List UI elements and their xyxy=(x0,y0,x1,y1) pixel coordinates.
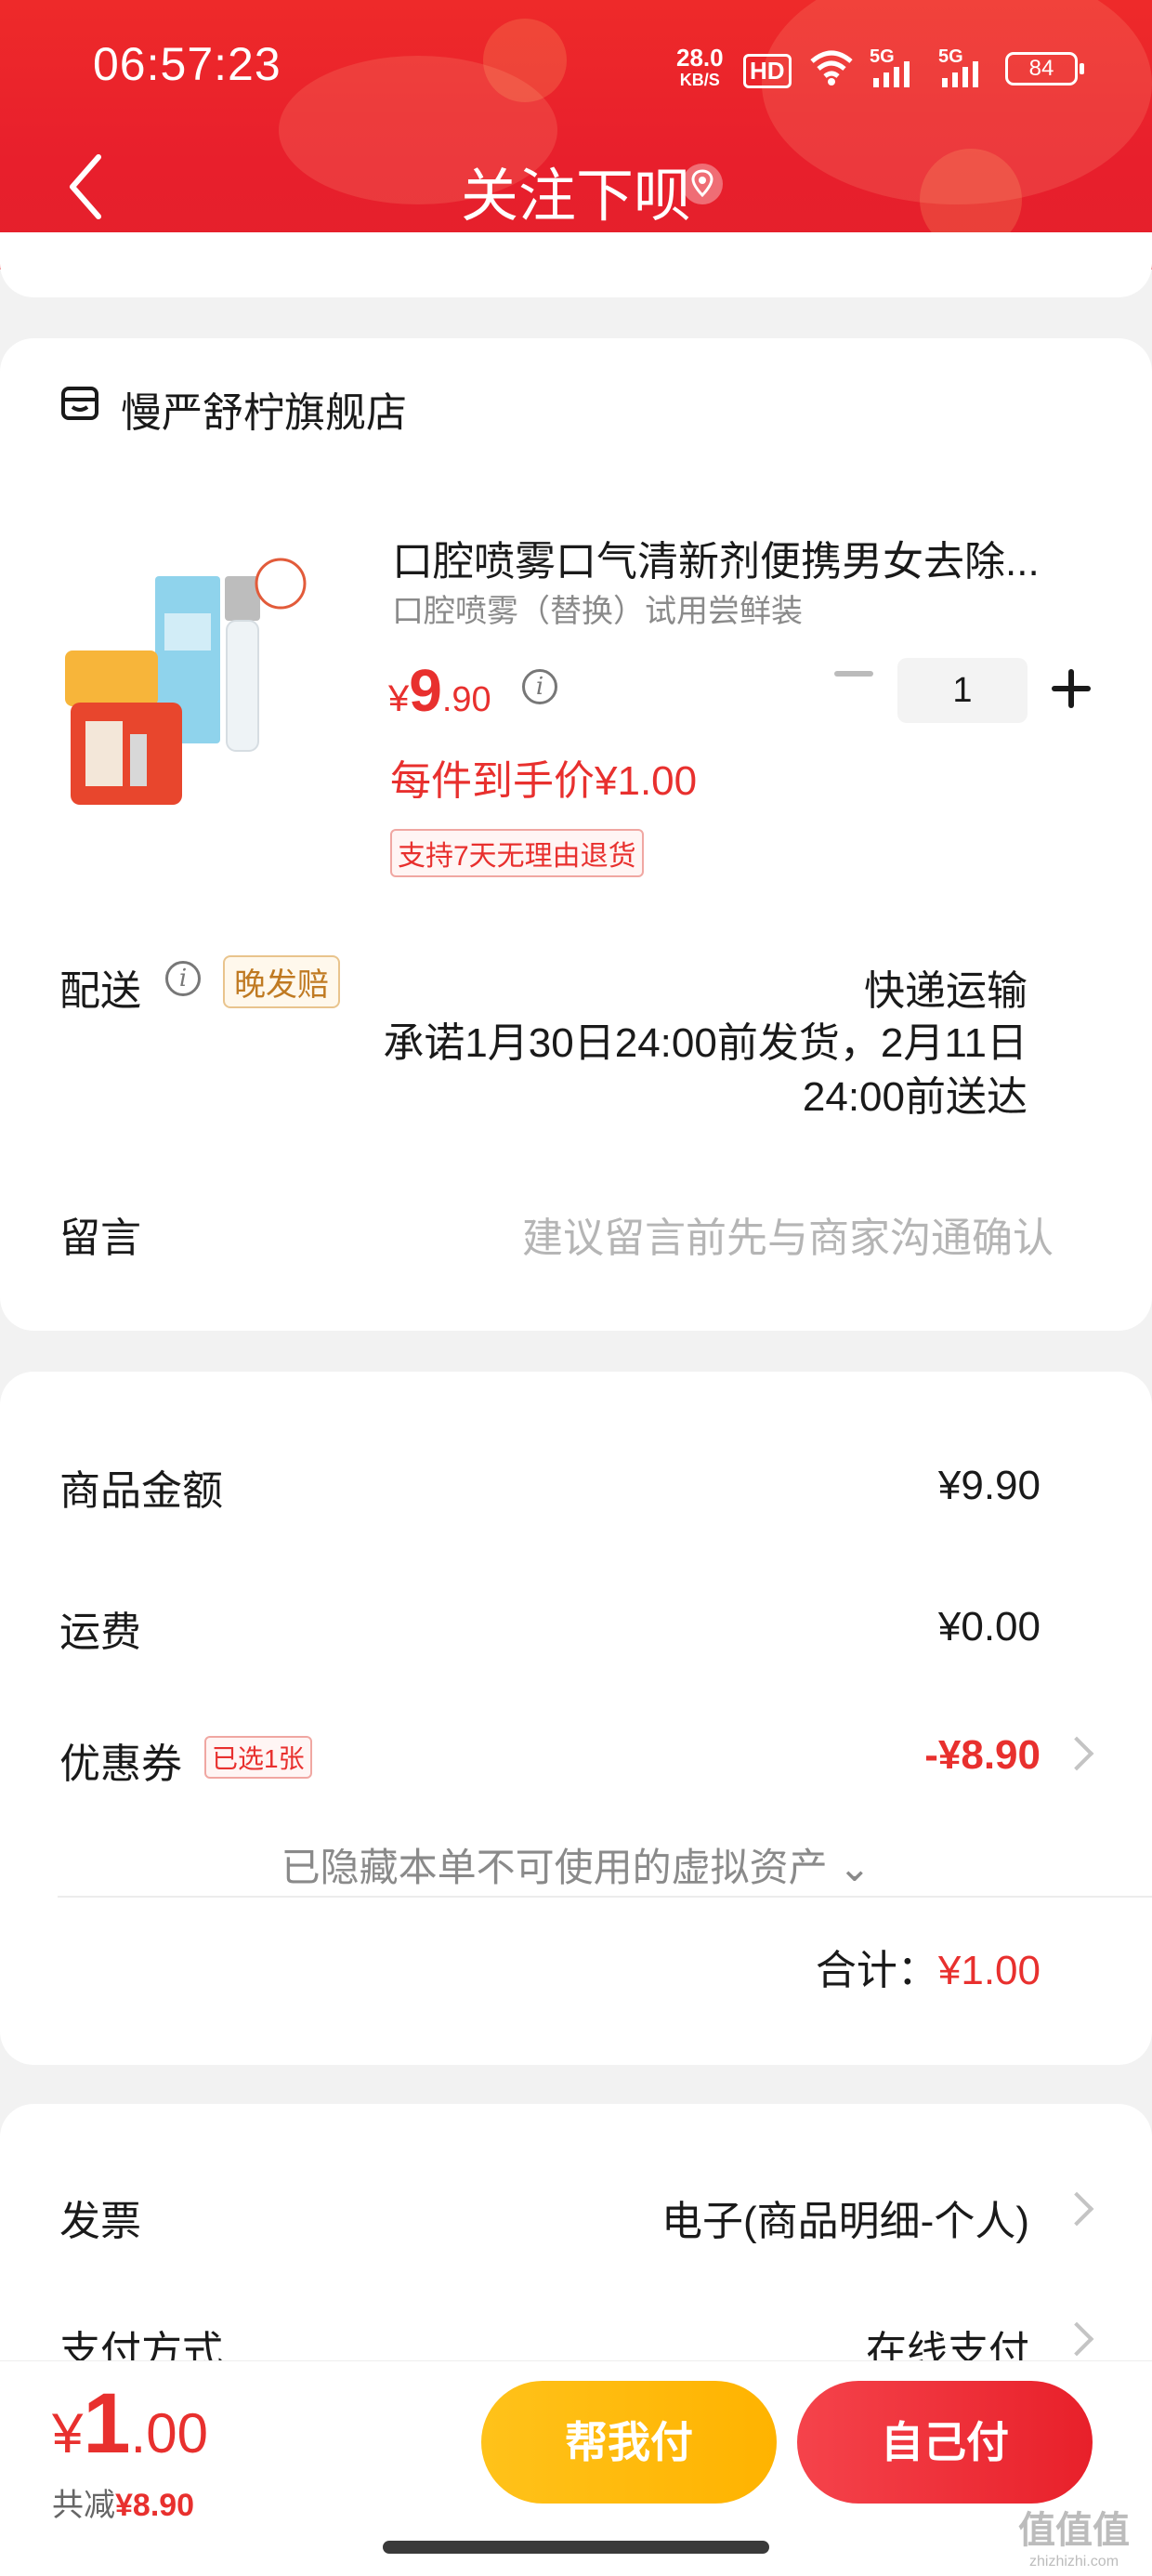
checkout-price-symbol: ¥ xyxy=(52,2402,84,2464)
home-indicator[interactable] xyxy=(383,2541,769,2554)
checkout-price: ¥1.00 xyxy=(52,2375,208,2473)
divider xyxy=(58,1896,1152,1898)
delivery-promise: 承诺1月30日24:00前发货，2月11日 24:00前送达 xyxy=(383,1020,1028,1120)
savings-label: 共减 xyxy=(52,2488,115,2523)
quantity-increase-button[interactable] xyxy=(1052,669,1091,708)
message-label: 留言 xyxy=(59,1216,141,1261)
invoice-value[interactable]: 电子(商品明细-个人) xyxy=(661,2188,1029,2247)
invoice-label[interactable]: 发票 xyxy=(59,2188,141,2247)
signal-bars-icon xyxy=(873,61,910,87)
total-label: 合计： xyxy=(815,1948,938,1993)
order-total: 合计：¥1.00 xyxy=(816,1937,1041,1996)
product-price: ¥9.90 xyxy=(388,656,491,725)
product-name[interactable]: 口腔喷雾口气清新剂便携男女去除... xyxy=(392,528,1061,587)
product-sku[interactable]: 口腔喷雾（替换）试用尝鲜装 xyxy=(392,585,803,631)
wifi-icon xyxy=(810,50,853,85)
delivery-method: 快递运输 xyxy=(864,968,1028,1014)
shipping-fee-value: ¥0.00 xyxy=(937,1604,1041,1649)
quantity-decrease-button[interactable] xyxy=(834,671,873,677)
status-bar: 06:57:23 28.0 KB/S HD 5G 5G 84 xyxy=(0,0,1152,139)
watermark: 值值值 zhizhizhi.com xyxy=(1018,2500,1130,2570)
network-speed: 28.0 KB/S xyxy=(676,46,724,91)
watermark-sub: zhizhizhi.com xyxy=(1028,2554,1119,2569)
net-speed-value: 28.0 xyxy=(676,44,724,72)
return-policy-tag: 支持7天无理由退货 xyxy=(390,829,644,877)
net-speed-unit: KB/S xyxy=(679,71,720,89)
delivery-label: 配送 xyxy=(59,968,141,1014)
delivery-info-icon[interactable]: i xyxy=(165,961,201,996)
coupon-label[interactable]: 优惠券 xyxy=(59,1730,182,1790)
goods-amount-label: 商品金额 xyxy=(59,1468,223,1514)
shipping-fee-label: 运费 xyxy=(59,1610,141,1655)
self-pay-button[interactable]: 自己付 xyxy=(797,2381,1093,2504)
signal-bars-icon xyxy=(942,61,978,87)
product-thumbnail[interactable] xyxy=(58,539,336,818)
store-name[interactable]: 慢严舒柠旗舰店 xyxy=(121,379,407,439)
goods-amount-value: ¥9.90 xyxy=(937,1463,1041,1508)
quantity-value[interactable]: 1 xyxy=(897,658,1028,723)
late-delivery-tag: 晚发赔 xyxy=(223,955,340,1008)
message-input[interactable]: 建议留言前先与商家沟通确认 xyxy=(522,1204,1054,1264)
status-time: 06:57:23 xyxy=(93,38,281,90)
coupon-value[interactable]: -¥8.90 xyxy=(924,1732,1041,1779)
price-decimal: .90 xyxy=(441,680,491,719)
watermark-main: 值值值 xyxy=(1018,2510,1130,2551)
coupon-selected-tag: 已选1张 xyxy=(204,1736,312,1779)
savings-value: ¥8.90 xyxy=(115,2488,195,2523)
address-card-edge xyxy=(0,232,1152,297)
checkout-savings: 共减¥8.90 xyxy=(52,2479,194,2525)
price-integer: 9 xyxy=(409,657,442,724)
checkout-price-integer: 1 xyxy=(83,2376,131,2471)
page-title-wrap: 关注下呗 xyxy=(0,149,1152,232)
hd-icon: HD xyxy=(743,54,792,88)
help-pay-button[interactable]: 帮我付 xyxy=(481,2381,777,2504)
battery-icon: 84 xyxy=(1005,52,1084,85)
store-icon xyxy=(61,387,98,420)
unit-price-text: 每件到手价¥1.00 xyxy=(390,758,698,804)
page-title: 关注下呗 xyxy=(460,164,691,229)
checkout-price-decimal: .00 xyxy=(130,2402,208,2464)
price-info-icon[interactable]: i xyxy=(522,669,557,704)
price-symbol: ¥ xyxy=(388,678,410,719)
total-value: ¥1.00 xyxy=(937,1948,1041,1993)
location-pin-icon[interactable] xyxy=(682,164,723,204)
hidden-assets-toggle[interactable]: 已隐藏本单不可使用的虚拟资产 ⌄ xyxy=(0,1836,1152,1893)
